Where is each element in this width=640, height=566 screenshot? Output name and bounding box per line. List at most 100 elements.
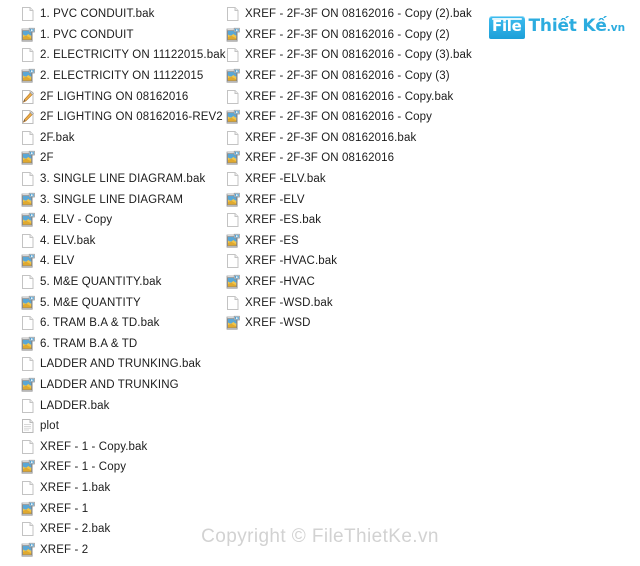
file-row[interactable]: 5. M&E QUANTITY <box>20 292 220 313</box>
file-listing: 1. PVC CONDUIT.bak 1. PVC CONDUIT 2. ELECT… <box>0 0 640 566</box>
file-row[interactable]: XREF - 1 - Copy.bak <box>20 436 220 457</box>
file-column-right: XREF - 2F-3F ON 08162016 - Copy (2).bak X… <box>225 4 475 334</box>
blank-document-icon <box>225 171 241 187</box>
file-row[interactable]: XREF - 2F-3F ON 08162016 - Copy <box>225 107 475 128</box>
autocad-dwg-icon <box>225 68 241 84</box>
file-row[interactable]: XREF - 2F-3F ON 08162016 <box>225 148 475 169</box>
file-row[interactable]: 4. ELV - Copy <box>20 210 220 231</box>
file-name-label: 6. TRAM B.A & TD <box>40 337 138 350</box>
file-name-label: XREF - 1 <box>40 502 89 515</box>
logo-main-text: Thiết Kế <box>528 16 607 36</box>
autocad-dwg-icon <box>225 27 241 43</box>
blank-document-icon <box>225 47 241 63</box>
file-row[interactable]: 2. ELECTRICITY ON 11122015.bak <box>20 45 226 66</box>
file-name-label: 1. PVC CONDUIT <box>40 28 134 41</box>
file-row[interactable]: XREF -WSD.bak <box>225 292 475 313</box>
autocad-dwg-icon <box>20 212 36 228</box>
file-name-label: LADDER.bak <box>40 399 110 412</box>
file-name-label: XREF -ELV.bak <box>245 173 326 186</box>
file-name-label: 5. M&E QUANTITY.bak <box>40 276 162 289</box>
logo-badge: File <box>489 16 525 39</box>
file-row[interactable]: XREF - 2F-3F ON 08162016.bak <box>225 128 475 149</box>
blank-document-icon <box>225 6 241 22</box>
file-name-label: XREF -WSD <box>245 317 311 330</box>
blank-document-icon <box>225 89 241 105</box>
file-row[interactable]: 2F LIGHTING ON 08162016 <box>20 86 220 107</box>
file-row[interactable]: XREF -ES <box>225 231 475 252</box>
file-name-label: 2F.bak <box>40 131 75 144</box>
autocad-dwg-icon <box>20 377 36 393</box>
autocad-dwg-icon <box>20 336 36 352</box>
file-name-label: 4. ELV <box>40 255 75 268</box>
file-name-label: XREF - 2F-3F ON 08162016 <box>245 152 395 165</box>
autocad-dws-icon <box>20 89 36 105</box>
autocad-dwg-icon <box>20 27 36 43</box>
blank-document-icon <box>225 130 241 146</box>
file-name-label: XREF - 2F-3F ON 08162016 - Copy (3) <box>245 70 450 83</box>
file-row[interactable]: XREF -ES.bak <box>225 210 475 231</box>
file-row[interactable]: plot <box>20 416 220 437</box>
file-row[interactable]: 6. TRAM B.A & TD.bak <box>20 313 220 334</box>
autocad-dwg-icon <box>20 150 36 166</box>
file-row[interactable]: 2F.bak <box>20 128 220 149</box>
file-name-label: XREF - 1 - Copy <box>40 461 127 474</box>
blank-document-icon <box>20 356 36 372</box>
file-row[interactable]: XREF - 1.bak <box>20 478 220 499</box>
file-row[interactable]: 3. SINGLE LINE DIAGRAM <box>20 189 220 210</box>
file-row[interactable]: 2F LIGHTING ON 08162016-REV2 <box>20 107 223 128</box>
file-name-label: 2. ELECTRICITY ON 11122015.bak <box>40 49 226 62</box>
autocad-dwg-icon <box>225 233 241 249</box>
blank-document-icon <box>20 47 36 63</box>
file-row[interactable]: XREF -ELV <box>225 189 475 210</box>
blank-document-icon <box>20 130 36 146</box>
file-name-label: 3. SINGLE LINE DIAGRAM.bak <box>40 173 206 186</box>
file-row[interactable]: 6. TRAM B.A & TD <box>20 334 220 355</box>
file-row[interactable]: XREF -ELV.bak <box>225 169 475 190</box>
file-row[interactable]: 2F <box>20 148 220 169</box>
file-row[interactable]: 3. SINGLE LINE DIAGRAM.bak <box>20 169 220 190</box>
file-row[interactable]: 5. M&E QUANTITY.bak <box>20 272 220 293</box>
autocad-dwg-icon <box>20 192 36 208</box>
file-row[interactable]: LADDER AND TRUNKING.bak <box>20 354 220 375</box>
autocad-dwg-icon <box>20 68 36 84</box>
blank-document-icon <box>20 171 36 187</box>
file-name-label: XREF -ELV <box>245 193 305 206</box>
file-row[interactable]: LADDER AND TRUNKING <box>20 375 220 396</box>
file-name-label: XREF - 2F-3F ON 08162016 - Copy (2).bak <box>245 8 472 21</box>
file-name-label: 3. SINGLE LINE DIAGRAM <box>40 193 184 206</box>
autocad-dwg-icon <box>20 459 36 475</box>
file-row[interactable]: 1. PVC CONDUIT <box>20 25 220 46</box>
autocad-dwg-icon <box>225 150 241 166</box>
file-column-left: 1. PVC CONDUIT.bak 1. PVC CONDUIT 2. ELECT… <box>20 4 226 560</box>
file-row[interactable]: XREF -HVAC.bak <box>225 251 475 272</box>
file-row[interactable]: XREF - 2F-3F ON 08162016 - Copy.bak <box>225 86 475 107</box>
watermark-text: Copyright © FileThietKe.vn <box>201 526 439 547</box>
file-row[interactable]: XREF - 1 - Copy <box>20 457 220 478</box>
file-row[interactable]: 1. PVC CONDUIT.bak <box>20 4 220 25</box>
file-name-label: 2F LIGHTING ON 08162016-REV2 <box>40 111 223 124</box>
file-row[interactable]: LADDER.bak <box>20 395 220 416</box>
file-name-label: XREF - 2F-3F ON 08162016 - Copy <box>245 111 432 124</box>
file-name-label: 2. ELECTRICITY ON 11122015 <box>40 70 204 83</box>
file-name-label: XREF - 1 - Copy.bak <box>40 440 148 453</box>
blank-document-icon <box>20 274 36 290</box>
file-name-label: 2F <box>40 152 54 165</box>
file-name-label: XREF - 2F-3F ON 08162016 - Copy.bak <box>245 90 454 103</box>
file-row[interactable]: XREF - 1 <box>20 498 220 519</box>
file-row[interactable]: XREF -HVAC <box>225 272 475 293</box>
autocad-dwg-icon <box>225 315 241 331</box>
file-row[interactable]: XREF - 2F-3F ON 08162016 - Copy (3).bak <box>225 45 475 66</box>
file-name-label: XREF -ES.bak <box>245 214 322 227</box>
file-row[interactable]: 4. ELV.bak <box>20 231 220 252</box>
file-row[interactable]: XREF -WSD <box>225 313 475 334</box>
file-row[interactable]: XREF - 2F-3F ON 08162016 - Copy (2).bak <box>225 4 475 25</box>
blank-document-icon <box>20 439 36 455</box>
file-row[interactable]: 2. ELECTRICITY ON 11122015 <box>20 66 220 87</box>
file-row[interactable]: XREF - 2F-3F ON 08162016 - Copy (2) <box>225 25 475 46</box>
file-row[interactable]: XREF - 2F-3F ON 08162016 - Copy (3) <box>225 66 475 87</box>
file-row[interactable]: 4. ELV <box>20 251 220 272</box>
autocad-dws-icon <box>20 109 36 125</box>
blank-document-icon <box>20 398 36 414</box>
logo-tld-text: .vn <box>606 22 626 34</box>
autocad-dwg-icon <box>225 192 241 208</box>
